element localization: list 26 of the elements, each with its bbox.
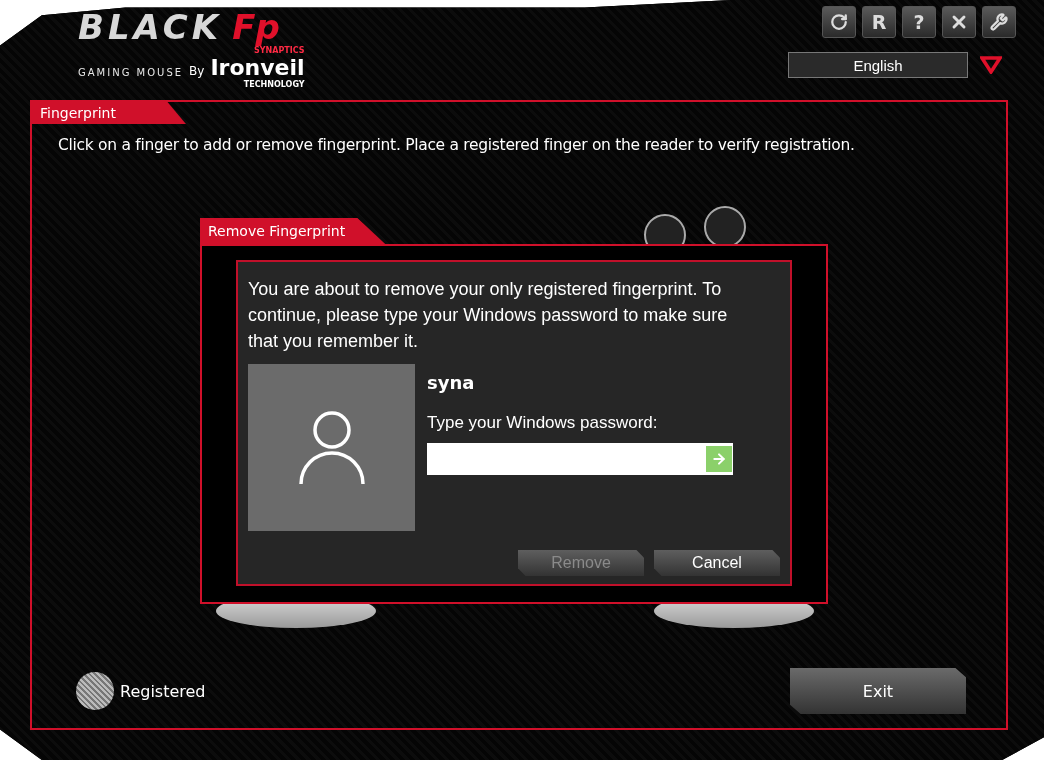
logo-tagline: TECHNOLOGY — [243, 80, 305, 90]
exit-button[interactable]: Exit — [790, 668, 966, 714]
logo-maker: Ironveil — [210, 56, 305, 80]
wrench-icon — [990, 13, 1008, 31]
password-label: Type your Windows password: — [427, 413, 659, 433]
logo-tagline: SYNAPTICS — [254, 46, 305, 56]
logo-wordmark: Fp — [232, 10, 280, 44]
registered-swatch-icon — [76, 672, 114, 710]
logo-text: BLACK — [78, 10, 223, 44]
refresh-icon — [830, 13, 848, 31]
instructions-text: Click on a finger to add or remove fingerprint. Place a registered finger on the reader to verify registration. — [57, 135, 856, 154]
user-name: syna — [427, 372, 476, 393]
dialog-button[interactable]: Cancel — [654, 550, 780, 576]
legend-label: Registered — [120, 681, 206, 701]
logo-subtitle: GAMING MOUSE — [78, 67, 184, 78]
user-icon — [297, 409, 366, 486]
dropdown-triangle-icon[interactable] — [980, 56, 1002, 74]
toolbar-button[interactable]: R — [862, 6, 896, 38]
logo-by: By — [189, 64, 205, 78]
dialog-message: You are about to remove your only registered fingerprint. To continue, please type your Windows password to make sure that you remember it. — [248, 278, 729, 353]
refresh-button[interactable] — [822, 6, 856, 38]
language-select[interactable]: English — [788, 52, 968, 78]
close-button[interactable] — [942, 6, 976, 38]
password-field[interactable] — [427, 443, 733, 475]
settings-button[interactable] — [982, 6, 1016, 38]
toolbar-button[interactable]: ? — [902, 6, 936, 38]
